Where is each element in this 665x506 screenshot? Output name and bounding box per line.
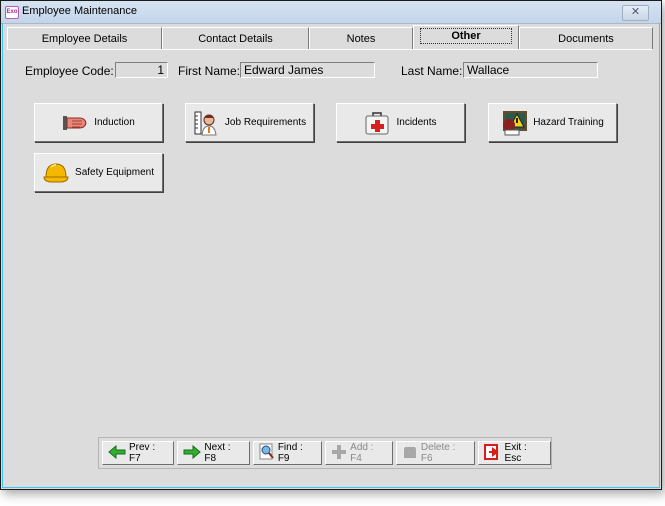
tab-contact-details[interactable]: Contact Details bbox=[162, 27, 309, 49]
incidents-label: Incidents bbox=[396, 117, 437, 128]
tab-employee-details[interactable]: Employee Details bbox=[7, 27, 162, 49]
plus-icon bbox=[331, 444, 347, 463]
add-label: Add : F4 bbox=[350, 442, 374, 464]
tab-divider bbox=[7, 49, 652, 50]
job-requirements-label: Job Requirements bbox=[224, 117, 307, 128]
find-button[interactable]: Find : F9 bbox=[252, 441, 323, 465]
app-icon: Exo bbox=[5, 6, 19, 19]
arrow-right-icon bbox=[183, 444, 202, 462]
safety-equipment-button[interactable]: Safety Equipment bbox=[34, 153, 163, 192]
employee-maintenance-window: Exo Employee Maintenance ✕ Employee Deta… bbox=[0, 0, 662, 490]
delete-label: Delete : F6 bbox=[420, 442, 456, 464]
close-icon: ✕ bbox=[630, 6, 641, 18]
employee-code-field[interactable]: 1 bbox=[115, 62, 168, 78]
induction-button[interactable]: Induction bbox=[34, 103, 163, 142]
tab-documents[interactable]: Documents bbox=[519, 27, 653, 49]
first-name-label: First Name: bbox=[178, 64, 241, 78]
first-name-field[interactable]: Edward James bbox=[240, 62, 375, 78]
magnifier-icon bbox=[259, 443, 275, 464]
person-ruler-icon bbox=[193, 110, 219, 136]
first-aid-kit-icon bbox=[364, 110, 390, 136]
exit-button[interactable]: Exit : Esc bbox=[477, 441, 552, 465]
hazard-warning-icon bbox=[501, 110, 528, 136]
delete-button[interactable]: Delete : F6 bbox=[395, 441, 475, 465]
title-bar[interactable]: Exo Employee Maintenance ✕ bbox=[1, 1, 661, 24]
incidents-button[interactable]: Incidents bbox=[336, 103, 465, 142]
hard-hat-icon bbox=[43, 160, 69, 186]
prev-label: Prev : F7 bbox=[129, 442, 156, 464]
tab-bar: Employee Details Contact Details Notes O… bbox=[7, 25, 653, 49]
job-requirements-button[interactable]: Job Requirements bbox=[185, 103, 314, 142]
exit-icon bbox=[483, 443, 502, 463]
hazard-training-label: Hazard Training bbox=[533, 117, 604, 128]
hazard-training-button[interactable]: Hazard Training bbox=[488, 103, 617, 142]
find-label: Find : F9 bbox=[277, 442, 303, 464]
next-label: Next : F8 bbox=[204, 442, 231, 464]
prev-button[interactable]: Prev : F7 bbox=[102, 441, 175, 465]
window-title: Employee Maintenance bbox=[22, 5, 137, 17]
tab-other[interactable]: Other bbox=[413, 25, 519, 49]
hand-icon bbox=[62, 110, 88, 136]
employee-code-label: Employee Code: bbox=[25, 64, 114, 78]
delete-icon bbox=[402, 444, 418, 463]
exit-label: Exit : Esc bbox=[504, 442, 527, 464]
navigation-toolbar: Prev : F7 Next : F8 Find : F9 Add : F4 D… bbox=[98, 437, 552, 469]
client-area bbox=[2, 23, 660, 488]
safety-equipment-label: Safety Equipment bbox=[75, 167, 154, 178]
last-name-label: Last Name: bbox=[401, 64, 463, 78]
arrow-left-icon bbox=[108, 444, 126, 462]
close-button[interactable]: ✕ bbox=[622, 5, 649, 21]
add-button[interactable]: Add : F4 bbox=[325, 441, 393, 465]
last-name-field[interactable]: Wallace bbox=[463, 62, 598, 78]
induction-label: Induction bbox=[94, 117, 135, 128]
next-button[interactable]: Next : F8 bbox=[177, 441, 250, 465]
tab-notes[interactable]: Notes bbox=[309, 27, 413, 49]
